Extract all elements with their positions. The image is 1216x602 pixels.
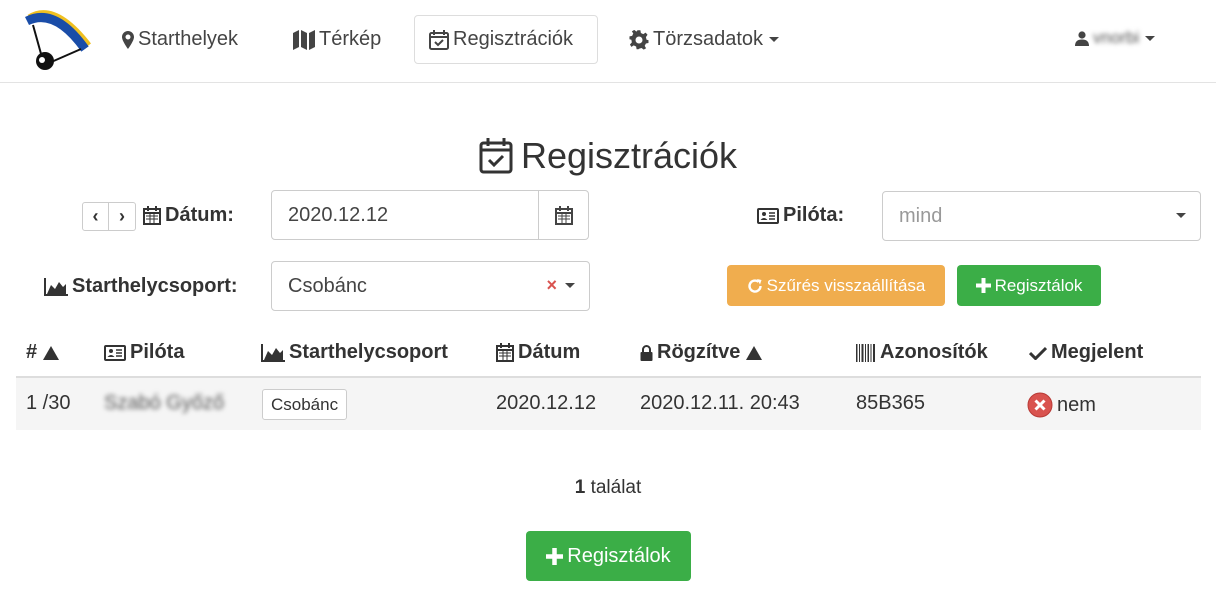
calendar-picker-button[interactable] — [538, 191, 588, 239]
user-menu[interactable]: vnorbi — [1075, 28, 1156, 48]
cell-num: 1 /30 — [26, 392, 71, 414]
clear-icon[interactable]: × — [546, 275, 557, 296]
nav-starthelyek[interactable]: Starthelyek — [108, 15, 252, 64]
col-header-date[interactable]: Dátum — [496, 341, 580, 364]
group-select[interactable]: Csobánc × — [271, 261, 590, 311]
area-chart-icon — [44, 277, 68, 296]
col-header-pilot[interactable]: Pilóta — [104, 341, 184, 364]
sort-asc-icon — [746, 345, 763, 360]
nav-regisztraciok[interactable]: Regisztrációk — [414, 15, 598, 64]
chevron-down-icon — [565, 283, 575, 288]
page-title-text: Regisztrációk — [520, 135, 738, 176]
nav-torzsadatok[interactable]: Törzsadatok — [615, 15, 793, 64]
sort-asc-icon — [43, 345, 60, 360]
id-card-icon — [757, 207, 779, 224]
calendar-icon — [496, 343, 514, 362]
col-header-appeared[interactable]: Megjelent — [1029, 341, 1143, 364]
error-circle-icon — [1027, 392, 1053, 418]
calendar-check-icon — [429, 29, 449, 50]
refresh-icon — [747, 278, 762, 293]
nav-starthelyek-label: Starthelyek — [138, 28, 239, 50]
result-count: 1 találat — [574, 477, 642, 498]
date-nav: ‹ › — [82, 202, 136, 231]
next-date-button[interactable]: › — [109, 202, 136, 231]
gear-icon — [629, 29, 649, 50]
area-chart-icon — [261, 343, 285, 362]
date-value: 2020.12.12 — [288, 203, 389, 226]
chevron-down-icon — [769, 37, 780, 42]
calendar-icon — [554, 205, 573, 225]
nav-terkep-label: Térkép — [319, 28, 382, 50]
map-marker-icon — [122, 30, 134, 49]
cell-recorded: 2020.12.11. 20:43 — [640, 392, 800, 414]
chevron-down-icon — [1145, 35, 1156, 41]
cell-pilot[interactable]: Szabó Győző — [104, 392, 224, 415]
navbar: Starthelyek Térkép Regisztrációk Törzsad… — [0, 0, 1216, 83]
lock-icon — [640, 344, 653, 361]
nav-regisztraciok-label: Regisztrációk — [453, 28, 574, 50]
col-header-recorded[interactable]: Rögzítve — [640, 341, 763, 364]
user-name: vnorbi — [1093, 28, 1140, 47]
nav-terkep[interactable]: Térkép — [279, 15, 395, 64]
barcode-icon — [856, 343, 875, 362]
cell-ids: 85B365 — [856, 392, 925, 414]
check-icon — [1029, 346, 1047, 360]
register-button[interactable]: Regisztálok — [957, 265, 1101, 306]
map-icon — [293, 29, 315, 50]
chevron-down-icon — [1176, 213, 1186, 218]
reset-filter-button[interactable]: Szűrés visszaállítása — [727, 265, 945, 306]
col-header-num[interactable]: # — [26, 341, 60, 364]
col-header-group[interactable]: Starthelycsoport — [261, 341, 448, 364]
nav-torzsadatok-label: Törzsadatok — [653, 28, 764, 50]
group-tag[interactable]: Csobánc — [262, 389, 348, 420]
date-input[interactable]: 2020.12.12 — [271, 190, 589, 240]
user-icon — [1075, 30, 1089, 46]
plus-icon — [975, 278, 991, 293]
cell-appeared: nem — [1027, 392, 1096, 418]
pilot-label: Pilóta: — [757, 204, 844, 227]
plus-icon — [546, 547, 564, 565]
pilot-select-value: mind — [899, 204, 943, 227]
register-bottom-button[interactable]: Regisztálok — [526, 531, 691, 581]
calendar-icon — [143, 206, 161, 225]
paraglider-logo[interactable] — [24, 5, 91, 75]
prev-date-button[interactable]: ‹ — [82, 202, 109, 231]
col-header-ids[interactable]: Azonosítók — [856, 341, 988, 364]
group-select-value: Csobánc — [288, 274, 367, 297]
page-title: Regisztrációk — [0, 135, 1216, 177]
calendar-check-icon — [479, 138, 513, 174]
cell-date: 2020.12.12 — [496, 392, 597, 414]
group-label: Starthelycsoport: — [44, 275, 238, 298]
id-card-icon — [104, 344, 126, 361]
date-label: Dátum: — [143, 204, 234, 227]
pilot-select[interactable]: mind — [882, 191, 1201, 241]
